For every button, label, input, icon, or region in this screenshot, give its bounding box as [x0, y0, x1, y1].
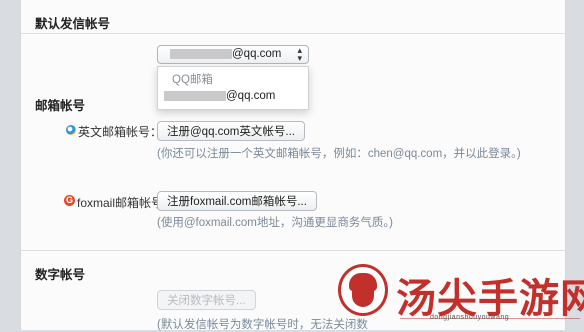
watermark-subtext: dongjianshouyouwang [430, 314, 510, 321]
english-account-hint: (你还可以注册一个英文邮箱帐号，例如：chen@qq.com，并以此登录。) [157, 148, 521, 160]
sender-select[interactable]: @qq.com ▴ ▾ [157, 45, 309, 64]
section-digital-account: 数字帐号 [35, 268, 86, 282]
foxmail-account-hint: (使用@foxmail.com地址，沟通更显商务气质。) [157, 217, 393, 229]
close-digital-account-button[interactable]: 关闭数字帐号... [157, 290, 256, 310]
dropdown-group-label: QQ邮箱 [172, 74, 213, 86]
section-mailbox-accounts: 邮箱帐号 [35, 99, 86, 113]
watermark-logo-icon [338, 264, 388, 316]
foxmail-icon: G [64, 195, 75, 206]
qq-mail-icon [66, 125, 76, 135]
dropdown-option[interactable]: @qq.com [164, 90, 275, 102]
english-account-label: 英文邮箱帐号： [78, 125, 163, 139]
redacted-block [170, 48, 232, 59]
watermark: 汤尖手游网 dongjianshouyouwang [330, 262, 584, 330]
register-english-account-button[interactable]: 注册@qq.com英文帐号... [157, 121, 305, 141]
section-default-sender: 默认发信帐号 [35, 17, 111, 31]
sender-select-value: @qq.com [170, 48, 281, 60]
redacted-block [164, 90, 226, 101]
register-foxmail-account-button[interactable]: 注册foxmail.com邮箱帐号... [157, 191, 317, 211]
sender-dropdown: QQ邮箱 @qq.com [157, 66, 309, 110]
divider [21, 33, 565, 34]
divider [21, 250, 565, 251]
select-arrows-icon: ▴ ▾ [297, 45, 302, 63]
